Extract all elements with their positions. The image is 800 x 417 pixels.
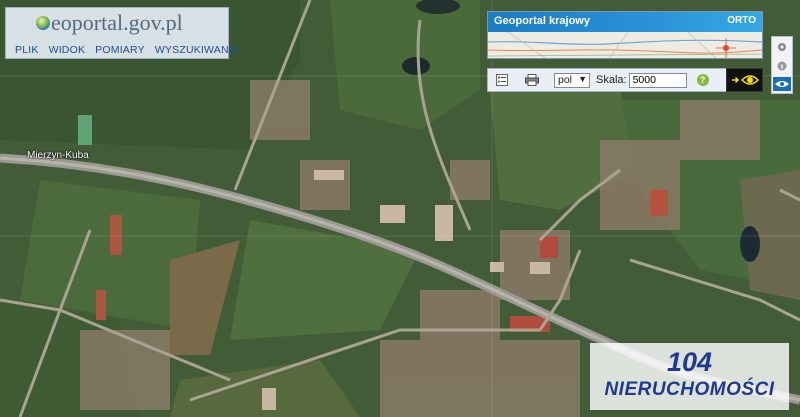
main-menu: PLIK WIDOK POMIARY WYSZUKIWANIA bbox=[12, 42, 242, 58]
help-icon[interactable]: ? bbox=[696, 74, 709, 86]
watermark-number: 104 bbox=[666, 347, 713, 377]
settings-icon[interactable] bbox=[775, 40, 789, 54]
logo-menu-panel: eoportal.gov.pl PLIK WIDOK POMIARY WYSZU… bbox=[5, 7, 239, 59]
language-select[interactable]: pol ▼ bbox=[554, 72, 590, 88]
menu-item-wyszukiwania[interactable]: WYSZUKIWANIA bbox=[152, 42, 242, 58]
chevron-down-icon: ▼ bbox=[578, 73, 587, 84]
scale-label: Skala: bbox=[596, 74, 627, 86]
overview-header: Geoportal krajowy ORTO bbox=[488, 12, 762, 32]
menu-item-plik[interactable]: PLIK bbox=[12, 42, 42, 58]
scale-input[interactable] bbox=[628, 72, 687, 88]
logo-text: eoportal.gov.pl bbox=[51, 10, 183, 35]
watermark: 104 NIERUCHOMOŚCI bbox=[590, 343, 789, 410]
watermark-text: NIERUCHOMOŚCI bbox=[604, 379, 775, 400]
map-toolbar: pol ▼ Skala: ? bbox=[487, 68, 763, 92]
menu-item-widok[interactable]: WIDOK bbox=[46, 42, 89, 58]
overview-mode[interactable]: ORTO bbox=[727, 15, 756, 26]
overview-panel: Geoportal krajowy ORTO bbox=[487, 11, 763, 59]
right-tool-strip bbox=[771, 36, 793, 94]
eye-layer-icon[interactable] bbox=[773, 77, 791, 91]
eye-icon bbox=[732, 75, 760, 85]
legend-icon[interactable] bbox=[494, 73, 510, 87]
print-icon[interactable] bbox=[524, 73, 540, 87]
menu-item-pomiary[interactable]: POMIARY bbox=[92, 42, 148, 58]
geoportal-logo[interactable]: eoportal.gov.pl bbox=[36, 10, 183, 36]
overview-minimap[interactable] bbox=[488, 32, 762, 59]
info-icon[interactable] bbox=[775, 59, 789, 73]
language-value: pol bbox=[558, 74, 573, 86]
overview-title: Geoportal krajowy bbox=[494, 15, 590, 27]
globe-icon bbox=[36, 15, 50, 30]
road-label: Mierzyn-Kuba bbox=[27, 150, 89, 161]
visibility-toggle-button[interactable] bbox=[726, 68, 763, 92]
